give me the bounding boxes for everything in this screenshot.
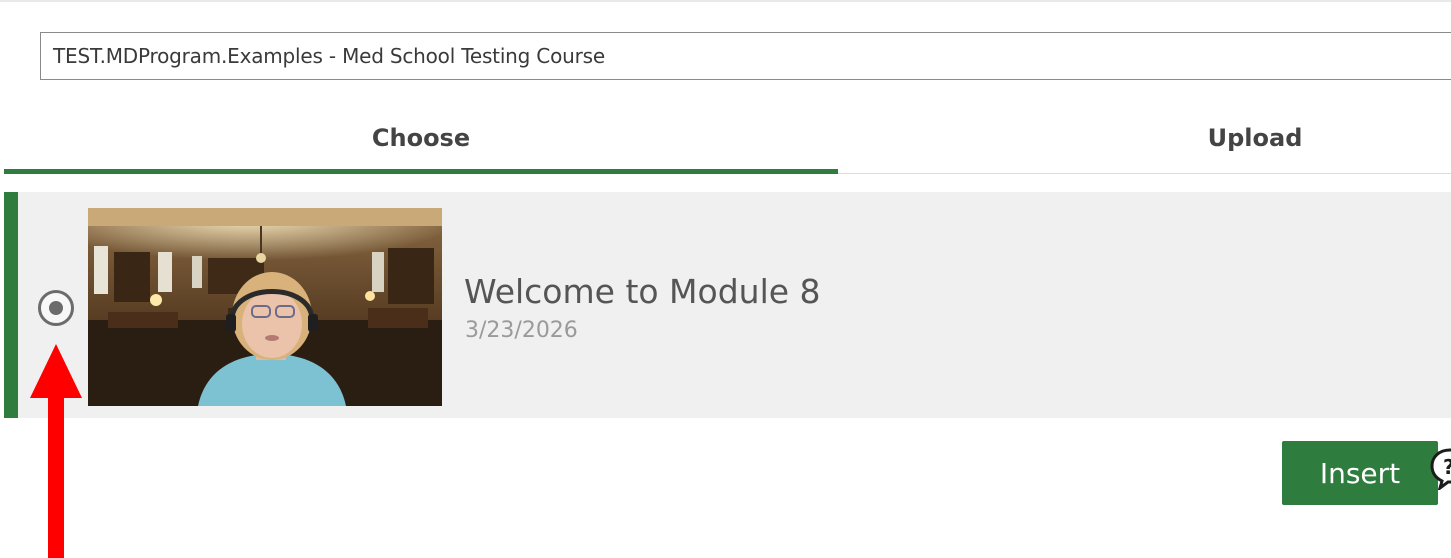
active-tab-indicator bbox=[4, 169, 838, 174]
help-icon[interactable]: ? bbox=[1428, 446, 1451, 490]
tab-choose[interactable]: Choose bbox=[4, 105, 838, 171]
insert-button[interactable]: Insert bbox=[1282, 441, 1438, 505]
video-chooser-panel: TEST.MDProgram.Examples - Med School Tes… bbox=[0, 0, 1451, 558]
video-thumbnail[interactable] bbox=[88, 208, 442, 406]
tab-bar: Choose Upload bbox=[4, 105, 1451, 174]
top-divider bbox=[0, 0, 1451, 2]
tab-upload-label: Upload bbox=[1207, 124, 1303, 152]
video-title: Welcome to Module 8 bbox=[464, 272, 821, 311]
radio-selected-icon[interactable] bbox=[38, 290, 74, 326]
svg-text:?: ? bbox=[1443, 455, 1451, 479]
course-selector-value: TEST.MDProgram.Examples - Med School Tes… bbox=[53, 44, 605, 68]
video-date: 3/23/2026 bbox=[465, 318, 578, 343]
tab-upload[interactable]: Upload bbox=[838, 105, 1451, 171]
tab-choose-label: Choose bbox=[371, 124, 471, 152]
course-selector[interactable]: TEST.MDProgram.Examples - Med School Tes… bbox=[40, 32, 1451, 80]
radio-dot bbox=[49, 301, 63, 315]
red-arrow-up-icon bbox=[26, 344, 86, 558]
video-list-item[interactable]: Welcome to Module 8 3/23/2026 bbox=[4, 192, 1451, 418]
selected-row-accent bbox=[4, 192, 18, 418]
